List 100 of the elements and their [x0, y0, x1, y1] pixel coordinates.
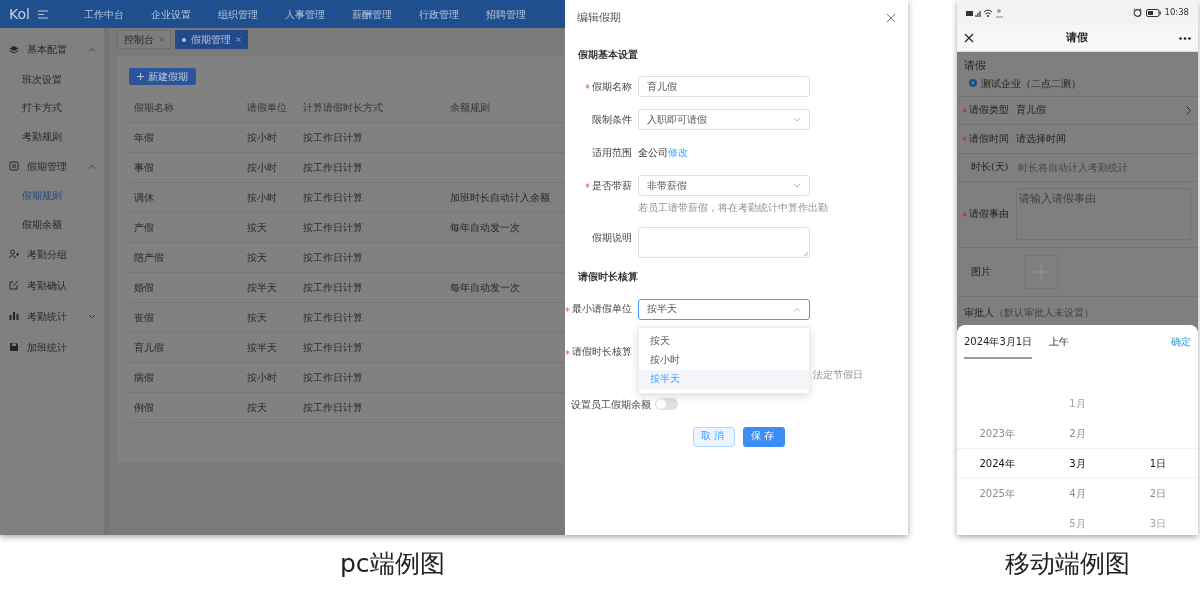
- table-cell-text: 按天: [246, 401, 268, 415]
- table-cell-text: 按工作日计算: [302, 131, 364, 145]
- sidebar-item[interactable]: 考勤统计: [0, 300, 104, 332]
- column-header: 请假单位: [246, 101, 288, 115]
- field-label: 假期名称: [592, 79, 632, 94]
- user-add-icon: [9, 249, 19, 259]
- picker-option[interactable]: 2023年: [979, 418, 1015, 448]
- logo: Kol: [9, 4, 30, 24]
- nav-link[interactable]: 组织管理: [204, 6, 272, 22]
- cancel-button[interactable]: 取消: [693, 426, 735, 447]
- menu-icon[interactable]: [37, 9, 48, 19]
- table-cell-text: 按小时: [246, 191, 278, 205]
- table-cell-text: 按工作日计算: [302, 401, 364, 415]
- table-cell-text: 调休: [133, 191, 155, 205]
- picker-option[interactable]: 1日: [1149, 448, 1166, 478]
- table-cell-text: 病假: [133, 371, 155, 385]
- nav-link[interactable]: 行政管理: [405, 6, 473, 22]
- picker-option[interactable]: 2024年: [979, 448, 1015, 478]
- column-header: 假期名称: [133, 101, 175, 115]
- sidebar-subitem[interactable]: 假期规则: [0, 181, 104, 210]
- chevron-down-icon: [793, 183, 801, 189]
- field-label: 设置员工假期余额: [571, 397, 652, 412]
- field-label: 图片: [971, 264, 991, 279]
- nav-link[interactable]: 薪酬管理: [338, 6, 406, 22]
- page-title: 请假: [1065, 30, 1088, 46]
- table-cell-text: 按工作日计算: [302, 311, 364, 325]
- resize-handle-icon: [803, 251, 808, 257]
- sidebar-item[interactable]: 考勤分组: [0, 238, 104, 270]
- confirm-link[interactable]: 确定: [1171, 325, 1191, 349]
- table-cell-text: 按小时: [246, 161, 278, 175]
- picker-option[interactable]: 2025年: [979, 478, 1015, 508]
- field-label: 最小请假单位: [572, 301, 632, 316]
- picker-option[interactable]: 3日: [1149, 508, 1166, 535]
- picker-option[interactable]: 1月: [1069, 388, 1086, 418]
- dot-icon: [182, 37, 186, 42]
- section-title: 请假时长核算: [578, 270, 639, 285]
- close-icon[interactable]: [964, 33, 974, 43]
- battery-icon: [1145, 8, 1161, 17]
- plus-icon: [137, 73, 144, 80]
- sidebar-subitem[interactable]: 班次设置: [0, 65, 104, 94]
- picker-option[interactable]: 2日: [1149, 478, 1166, 508]
- hint-text: 法定节假日: [813, 367, 863, 382]
- picker-option[interactable]: 5月: [1069, 508, 1086, 535]
- more-icon[interactable]: [1179, 36, 1191, 40]
- caption: pc端例图: [340, 548, 445, 580]
- page-tab[interactable]: 控制台: [117, 30, 171, 49]
- sidebar-item[interactable]: 基本配置: [0, 34, 104, 65]
- approver-label: 审批人: [964, 305, 994, 320]
- sidebar-subitem[interactable]: 考勤规则: [0, 122, 104, 151]
- select-field[interactable]: 非带薪假: [638, 175, 810, 197]
- toggle-switch[interactable]: [655, 398, 678, 410]
- field-label: 是否带薪: [592, 178, 632, 193]
- table-cell-text: 按工作日计算: [302, 191, 364, 205]
- sidebar-subitem[interactable]: 假期余额: [0, 210, 104, 239]
- picker-tab[interactable]: 上午: [1049, 325, 1070, 359]
- dialog-title: 编辑假期: [577, 10, 621, 26]
- table-cell-text: 按半天: [246, 281, 278, 295]
- table-cell-text: 例假: [133, 401, 155, 415]
- edit-icon: [9, 280, 19, 290]
- table-cell-text: 加班时长自动计入余额: [449, 191, 551, 205]
- picker-option[interactable]: 4月: [1069, 478, 1086, 508]
- chevron-up-icon: [793, 306, 801, 312]
- field-label: 时长(天): [971, 160, 1009, 175]
- dropdown-option[interactable]: 按天: [639, 331, 809, 351]
- field-label: 请假类型: [969, 103, 1009, 118]
- add-button[interactable]: 新建假期: [129, 68, 196, 85]
- sidebar-item[interactable]: 假期管理: [0, 150, 104, 182]
- table-cell-text: 按工作日计算: [302, 371, 364, 385]
- column-header: 余额规则: [449, 101, 491, 115]
- picker-tab[interactable]: 2024年3月1日: [964, 325, 1033, 359]
- nav-link[interactable]: 招聘管理: [472, 6, 540, 22]
- table-cell-text: 按工作日计算: [302, 221, 364, 235]
- table-cell-text: 事假: [133, 161, 155, 175]
- dropdown-option[interactable]: 按小时: [639, 350, 809, 370]
- table-cell-text: 陪产假: [133, 251, 165, 265]
- sidebar-item[interactable]: 考勤确认: [0, 269, 104, 301]
- picker-option[interactable]: 3月: [1069, 448, 1086, 478]
- select-field[interactable]: 入职即可请假: [638, 109, 810, 131]
- edit-link[interactable]: 修改: [668, 145, 688, 160]
- table-cell-text: 育儿假: [133, 341, 165, 355]
- dropdown-option[interactable]: 按半天: [639, 369, 809, 389]
- form-title: 请假: [964, 58, 987, 73]
- chevron-right-icon: [1186, 105, 1191, 115]
- bar-chart-icon: [9, 311, 19, 321]
- nav-link[interactable]: 工作中台: [70, 6, 138, 22]
- text-input[interactable]: 育儿假: [638, 76, 810, 98]
- table-cell-text: 按工作日计算: [302, 341, 364, 355]
- save-button[interactable]: 保存: [743, 426, 785, 447]
- page-tab[interactable]: 假期管理: [175, 30, 248, 49]
- nav-link[interactable]: 人事管理: [271, 6, 339, 22]
- table-cell-text: 按工作日计算: [302, 281, 364, 295]
- picker-option[interactable]: 2月: [1069, 418, 1086, 448]
- sidebar-subitem[interactable]: 打卡方式: [0, 93, 104, 122]
- field-label: 限制条件: [592, 112, 632, 127]
- chevron-down-icon: [793, 117, 801, 123]
- scope-value: 全公司: [638, 145, 668, 160]
- field-value[interactable]: 育儿假: [1016, 103, 1186, 118]
- nav-link[interactable]: 企业设置: [137, 6, 205, 22]
- status-icons-drawing: [966, 7, 1006, 18]
- sidebar-item[interactable]: 加班统计: [0, 331, 104, 363]
